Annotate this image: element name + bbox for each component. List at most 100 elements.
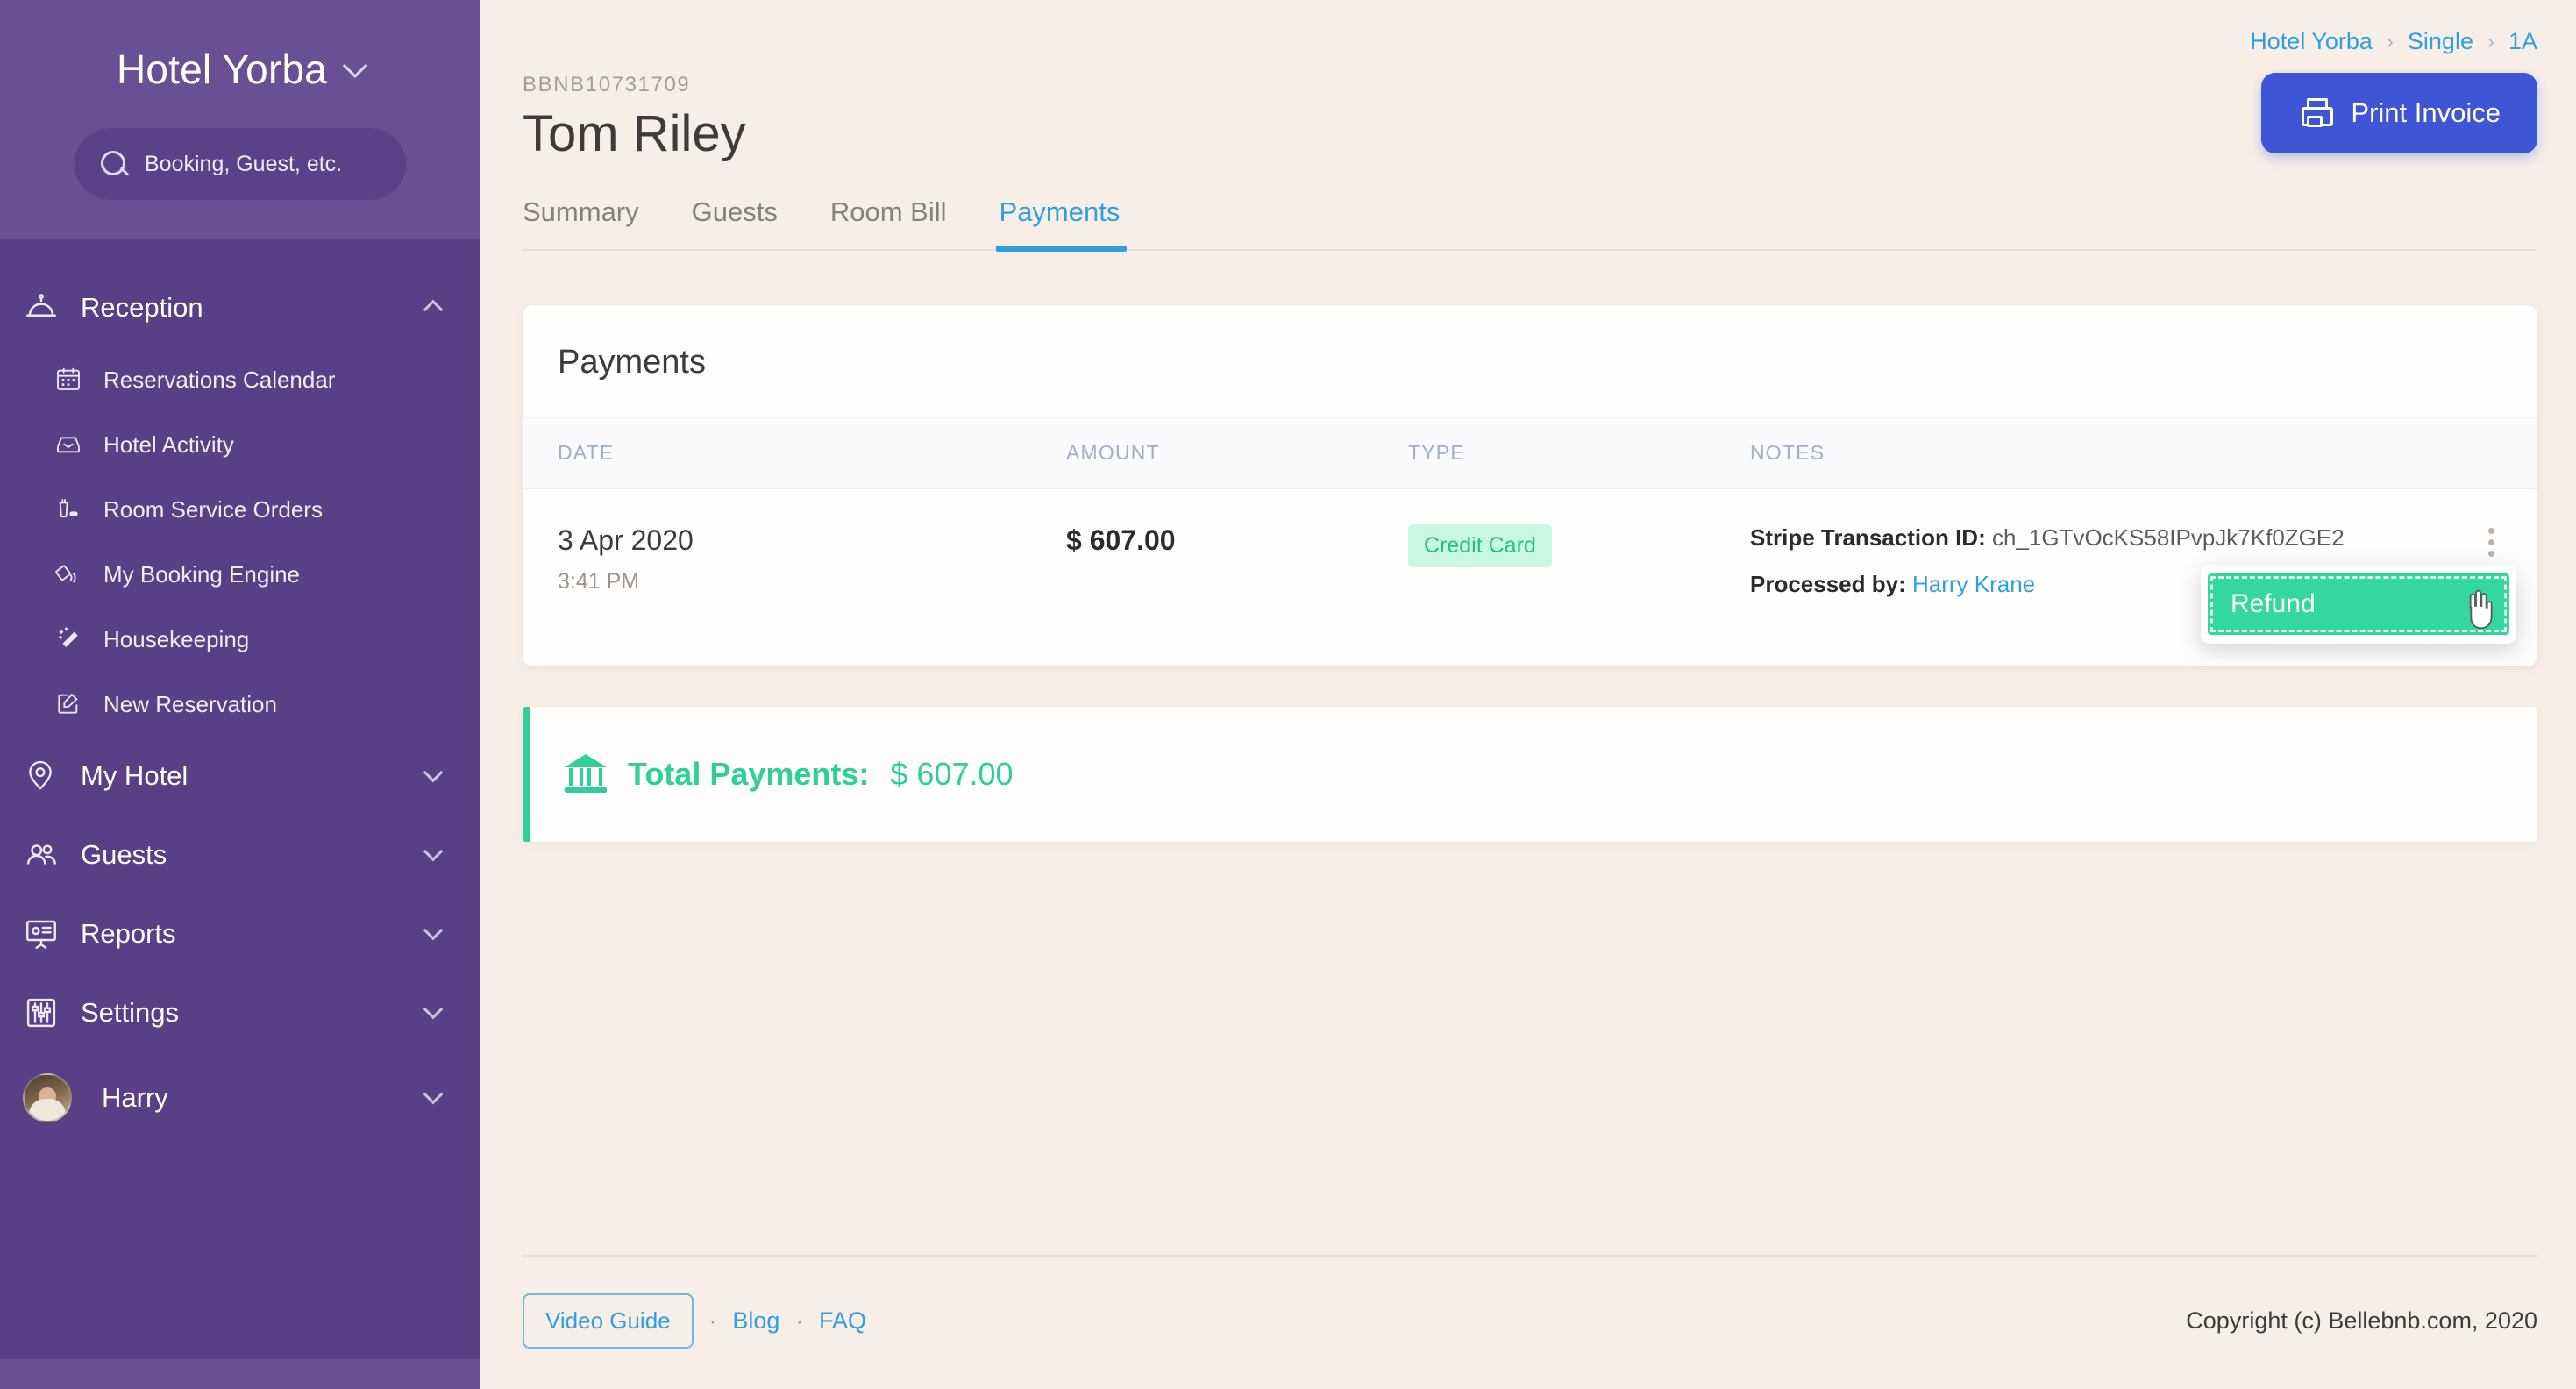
sidebar-item-reports[interactable]: Reports (0, 894, 480, 973)
breadcrumb-separator: › (2487, 29, 2494, 53)
tab-summary[interactable]: Summary (523, 196, 665, 249)
service-bell-icon (23, 289, 60, 326)
sidebar-subitem-label: Room Service Orders (103, 495, 323, 523)
calendar-icon (54, 365, 84, 395)
footer-links: Video Guide · Blog · FAQ (523, 1293, 866, 1349)
print-invoice-button[interactable]: Print Invoice (2261, 73, 2537, 153)
hotel-name: Hotel Yorba (116, 46, 328, 92)
status-badge: Credit Card (1408, 524, 1552, 567)
main-content: Hotel Yorba › Single › 1A BBNB10731709 T… (480, 0, 2576, 1389)
sidebar-header: Hotel Yorba Booking, Guest, etc. (0, 0, 480, 239)
sidebar-user-name: Harry (102, 1082, 168, 1113)
footer-separator: · (708, 1307, 717, 1334)
column-header-type: TYPE (1408, 441, 1465, 464)
breadcrumb-hotel[interactable]: Hotel Yorba (2250, 28, 2373, 55)
sidebar-item-reservations-calendar[interactable]: Reservations Calendar (0, 347, 480, 412)
stripe-transaction-id: ch_1GTvOcKS58IPvpJk7Kf0ZGE2 (1991, 524, 2345, 551)
chevron-down-icon (423, 920, 444, 941)
breadcrumb-room-type[interactable]: Single (2408, 28, 2473, 55)
sidebar-item-new-reservation[interactable]: New Reservation (0, 672, 480, 737)
blog-link[interactable]: Blog (732, 1307, 779, 1335)
breadcrumb: Hotel Yorba › Single › 1A (480, 0, 2576, 55)
sidebar-subitem-label: Reservations Calendar (103, 366, 336, 393)
payments-panel: Payments DATE AMOUNT TYPE NOTES 3 Apr 20… (480, 251, 2576, 1255)
payment-time: 3:41 PM (558, 569, 640, 594)
kebab-menu-icon[interactable] (2488, 528, 2497, 562)
total-payments-value: $ 607.00 (890, 756, 1014, 792)
inbox-icon (54, 430, 84, 459)
chevron-up-icon (423, 299, 444, 320)
sidebar-nav: Reception Reservations Calendar Hotel Ac… (0, 239, 480, 1389)
edit-square-icon (54, 689, 84, 719)
table-row: 3 Apr 2020 3:41 PM $ 607.00 Credit Card … (523, 489, 2537, 666)
bank-icon (565, 754, 607, 794)
payments-card: Payments DATE AMOUNT TYPE NOTES 3 Apr 20… (523, 305, 2537, 666)
sidebar-item-reception[interactable]: Reception (0, 268, 480, 347)
payment-date: 3 Apr 2020 (558, 524, 694, 556)
sidebar-item-housekeeping[interactable]: Housekeeping (0, 607, 480, 672)
sidebar-footer-strip (0, 1359, 480, 1389)
map-pin-icon (23, 758, 60, 794)
row-actions-dropdown: Refund (2201, 565, 2516, 644)
processed-by-user-link[interactable]: Harry Krane (1912, 571, 2035, 597)
cell-date: 3 Apr 2020 3:41 PM (558, 524, 1066, 617)
tab-room-bill[interactable]: Room Bill (804, 196, 973, 249)
people-icon (23, 837, 60, 873)
cell-type: Credit Card (1408, 524, 1750, 617)
breadcrumb-room[interactable]: 1A (2508, 28, 2537, 55)
avatar (23, 1073, 72, 1122)
printer-icon (2298, 96, 2334, 130)
column-header-notes: NOTES (1750, 441, 1825, 464)
sidebar-user-menu[interactable]: Harry (0, 1052, 480, 1142)
chevron-down-icon (342, 53, 368, 79)
print-invoice-label: Print Invoice (2351, 97, 2501, 128)
sidebar: Hotel Yorba Booking, Guest, etc. Recepti… (0, 0, 480, 1389)
sidebar-item-settings[interactable]: Settings (0, 973, 480, 1052)
chevron-down-icon (423, 762, 444, 783)
page-title: Tom Riley (523, 105, 746, 162)
booking-id: BBNB10731709 (523, 73, 691, 96)
sidebar-item-hotel-activity[interactable]: Hotel Activity (0, 412, 480, 477)
tab-guests[interactable]: Guests (665, 196, 804, 249)
table-header-row: DATE AMOUNT TYPE NOTES (523, 417, 2537, 489)
booking-engine-icon (54, 559, 84, 589)
page-header: BBNB10731709 Tom Riley Print Invoice (480, 55, 2576, 163)
page-footer: Video Guide · Blog · FAQ Copyright (c) B… (523, 1255, 2537, 1389)
payments-card-title: Payments (558, 344, 706, 381)
chevron-down-icon (423, 1084, 444, 1105)
total-payments-label: Total Payments: (628, 756, 870, 792)
search-input[interactable]: Booking, Guest, etc. (75, 128, 406, 200)
copyright-text: Copyright (c) Bellebnb.com, 2020 (2186, 1307, 2537, 1334)
sidebar-item-label: Reception (81, 292, 203, 323)
tab-payments[interactable]: Payments (973, 196, 1147, 252)
tab-bar: Summary Guests Room Bill Payments (523, 163, 2537, 252)
column-header-amount: AMOUNT (1066, 441, 1160, 464)
total-payments-bar: Total Payments: $ 607.00 (523, 707, 2537, 842)
hotel-switcher[interactable]: Hotel Yorba (0, 46, 480, 93)
payment-amount: $ 607.00 (1066, 524, 1176, 556)
stripe-transaction-label: Stripe Transaction ID: (1750, 524, 1986, 551)
search-icon (99, 149, 129, 179)
sidebar-subitem-label: Housekeeping (103, 625, 250, 652)
room-service-icon (54, 495, 84, 524)
chevron-down-icon (423, 841, 444, 862)
sidebar-item-my-hotel[interactable]: My Hotel (0, 737, 480, 816)
sliders-icon (23, 994, 60, 1031)
refund-menu-item[interactable]: Refund (2208, 573, 2509, 635)
sidebar-subitem-label: New Reservation (103, 690, 277, 717)
sidebar-item-room-service-orders[interactable]: Room Service Orders (0, 477, 480, 542)
sidebar-item-label: Settings (81, 997, 180, 1028)
processed-by-label: Processed by: (1750, 571, 1906, 597)
breadcrumb-separator: › (2386, 29, 2394, 53)
footer-separator: · (795, 1307, 804, 1334)
page-header-left: BBNB10731709 Tom Riley (523, 73, 746, 163)
column-header-date: DATE (558, 441, 615, 464)
video-guide-button[interactable]: Video Guide (523, 1293, 694, 1349)
presentation-chart-icon (23, 915, 60, 952)
faq-link[interactable]: FAQ (819, 1307, 866, 1335)
sidebar-item-label: Guests (81, 839, 167, 870)
sidebar-item-label: My Hotel (81, 760, 189, 791)
sidebar-item-my-booking-engine[interactable]: My Booking Engine (0, 542, 480, 607)
sidebar-item-guests[interactable]: Guests (0, 816, 480, 894)
cell-amount: $ 607.00 (1066, 524, 1408, 617)
